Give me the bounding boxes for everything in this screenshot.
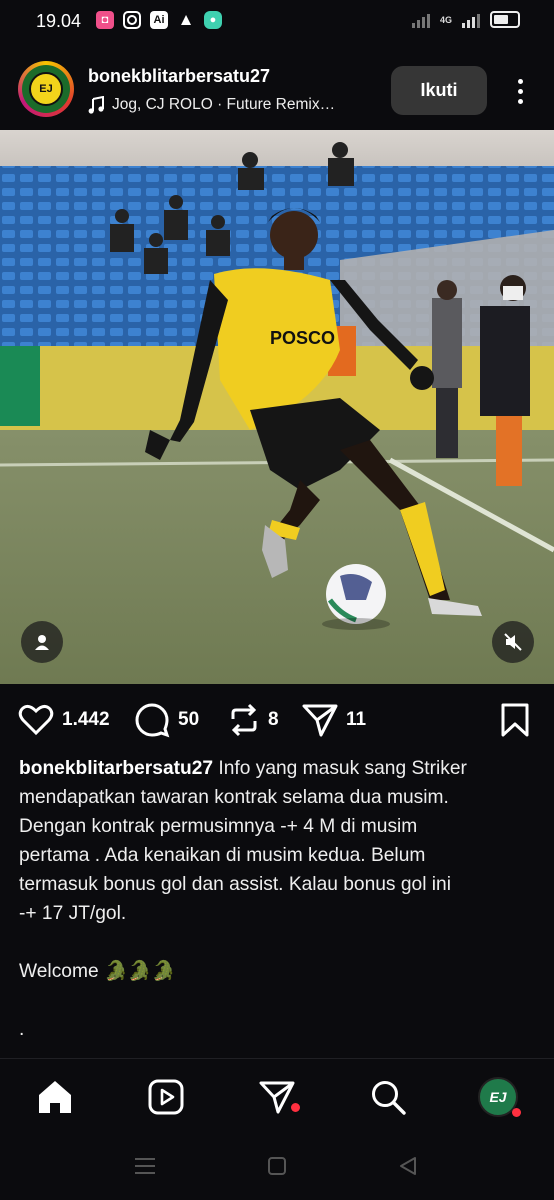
music-note-icon bbox=[88, 96, 104, 114]
status-bar: 19.04 ◘ Ai ▲ ● 4G bbox=[0, 0, 554, 42]
reposts-count: 8 bbox=[268, 709, 279, 730]
comment-icon bbox=[135, 703, 170, 738]
app-notification-icon: ◘ bbox=[96, 11, 114, 29]
heart-icon bbox=[18, 704, 54, 736]
bookmark-icon bbox=[501, 703, 529, 737]
search-icon[interactable] bbox=[368, 1077, 408, 1117]
instagram-icon bbox=[123, 11, 141, 29]
profile-avatar[interactable]: EJ bbox=[18, 61, 74, 117]
post-caption: bonekblitarbersatu27 Info yang masuk san… bbox=[19, 754, 539, 1044]
caption-line-5: termasuk bonus gol dan assist. Kalau bon… bbox=[19, 874, 451, 895]
comments-count: 50 bbox=[178, 709, 200, 730]
caption-line-1: bonekblitarbersatu27 Info yang masuk san… bbox=[19, 754, 539, 783]
caption-text-1: Info yang masuk sang Striker bbox=[213, 758, 467, 779]
share-button[interactable]: 11 bbox=[302, 698, 366, 742]
direct-message-icon[interactable] bbox=[257, 1077, 300, 1117]
status-right: 4G bbox=[411, 11, 520, 28]
signal-1-icon bbox=[411, 12, 430, 28]
post-username[interactable]: bonekblitarbersatu27 bbox=[88, 66, 270, 87]
chat-icon: ● bbox=[204, 11, 222, 29]
repost-button[interactable]: 8 bbox=[228, 698, 279, 742]
profile-notification-dot bbox=[512, 1108, 521, 1117]
club-logo-icon: EJ bbox=[29, 72, 63, 106]
warning-icon: ▲ bbox=[177, 10, 195, 29]
likes-count: 1.442 bbox=[62, 709, 110, 730]
bottom-navigation: EJ bbox=[0, 1058, 554, 1135]
repost-icon bbox=[231, 703, 257, 737]
back-icon[interactable] bbox=[398, 1156, 418, 1181]
music-title: Jog, CJ ROLO · Future Remix… bbox=[112, 96, 336, 113]
follow-button[interactable]: Ikuti bbox=[391, 66, 487, 115]
caption-dot: . bbox=[19, 1019, 25, 1040]
battery-icon bbox=[490, 11, 520, 28]
home-icon[interactable] bbox=[35, 1077, 75, 1117]
reels-icon[interactable] bbox=[146, 1077, 186, 1117]
caption-line-6: -+ 17 JT/gol. bbox=[19, 903, 127, 924]
user-tag-icon[interactable] bbox=[21, 621, 63, 663]
caption-welcome: Welcome 🐊🐊🐊 bbox=[19, 961, 176, 982]
post-header: EJ bonekblitarbersatu27 Jog, CJ ROLO · F… bbox=[0, 56, 554, 128]
like-button[interactable]: 1.442 bbox=[18, 698, 110, 742]
ai-icon: Ai bbox=[150, 11, 168, 29]
caption-line-3: Dengan kontrak permusimnya -+ 4 M di mus… bbox=[19, 816, 418, 837]
notification-icons: ◘ Ai ▲ ● bbox=[96, 10, 222, 29]
svg-text:POSCO: POSCO bbox=[270, 328, 335, 348]
more-options-icon[interactable] bbox=[510, 76, 530, 106]
caption-line-4: pertama . Ada kenaikan di musim kedua. B… bbox=[19, 845, 426, 866]
post-media[interactable]: POSCO bbox=[0, 130, 554, 684]
shares-count: 11 bbox=[346, 709, 367, 730]
send-icon bbox=[302, 704, 338, 737]
caption-line-2: mendapatkan tawaran kontrak selama dua m… bbox=[19, 787, 449, 808]
caption-gap-2 bbox=[19, 986, 539, 1015]
football-photo: POSCO bbox=[0, 130, 554, 684]
post-actions: 1.442 50 8 11 bbox=[0, 698, 554, 742]
caption-username[interactable]: bonekblitarbersatu27 bbox=[19, 758, 213, 779]
recent-apps-icon[interactable] bbox=[134, 1156, 156, 1181]
system-navigation bbox=[0, 1134, 554, 1200]
avatar-inner: EJ bbox=[22, 65, 70, 113]
network-type: 4G bbox=[439, 14, 452, 25]
signal-2-icon bbox=[462, 12, 480, 28]
caption-gap bbox=[19, 928, 539, 957]
comment-button[interactable]: 50 bbox=[134, 698, 199, 742]
dm-notification-dot bbox=[291, 1103, 300, 1112]
profile-avatar-nav[interactable]: EJ bbox=[478, 1077, 521, 1117]
music-info[interactable]: Jog, CJ ROLO · Future Remix… bbox=[88, 96, 335, 114]
home-system-icon[interactable] bbox=[267, 1156, 287, 1181]
muted-speaker-icon[interactable] bbox=[492, 621, 534, 663]
save-button[interactable] bbox=[500, 698, 530, 742]
status-time: 19.04 bbox=[36, 11, 82, 31]
